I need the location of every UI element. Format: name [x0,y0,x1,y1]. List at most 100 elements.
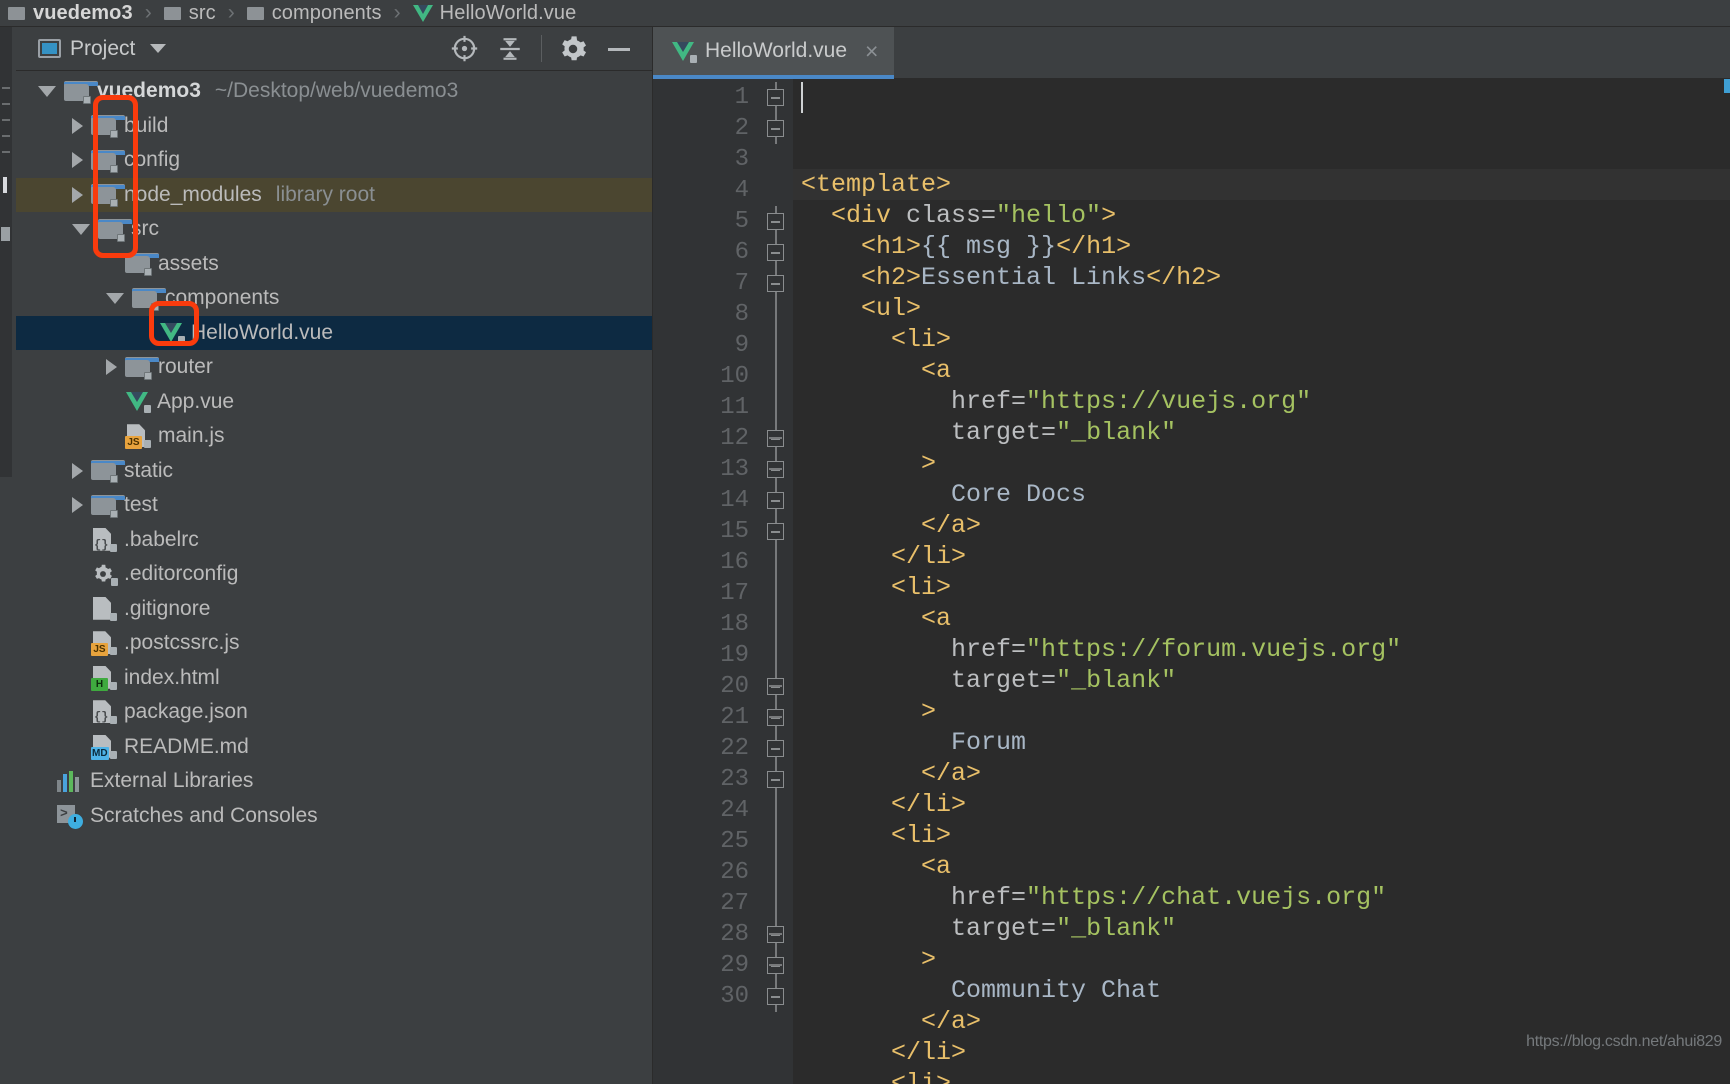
code-folding-column[interactable] [758,79,793,1084]
fold-collapse-icon[interactable] [767,213,784,230]
code-editor[interactable]: 1 2 3 4 5 6 7 8 9 10 11 12 13 14 15 16 17 18 19 20 21 22 23 24 2… [653,79,1730,1084]
locate-target-icon[interactable] [441,27,487,71]
code-line[interactable]: > [793,944,1730,975]
breadcrumb-item-vuedemo3[interactable]: vuedemo3 [8,0,133,26]
code-line[interactable]: > [793,696,1730,727]
fold-marker-slot[interactable] [758,454,793,485]
fold-marker-slot[interactable] [758,764,793,795]
fold-collapse-icon[interactable] [767,430,784,447]
fold-collapse-icon[interactable] [767,988,784,1005]
fold-marker-slot[interactable] [758,206,793,237]
fold-marker-slot[interactable] [758,485,793,516]
fold-marker-slot[interactable] [758,609,793,640]
chevron-right-icon[interactable] [72,152,83,169]
fold-collapse-icon[interactable] [767,275,784,292]
code-line[interactable]: href="https://forum.vuejs.org" [793,634,1730,665]
code-line[interactable]: > [793,448,1730,479]
code-line[interactable]: </li> [793,541,1730,572]
tool-window-strip[interactable] [0,27,16,1084]
breadcrumb-item-components[interactable]: components [246,0,382,26]
fold-marker-slot[interactable] [758,826,793,857]
tree-item-src[interactable]: src [16,212,652,247]
fold-collapse-icon[interactable] [767,771,784,788]
tree-item-readme-md[interactable]: MD README.md [16,730,652,765]
code-line[interactable]: <li> [793,324,1730,355]
fold-collapse-icon[interactable] [767,678,784,695]
tree-item-package-json[interactable]: {} package.json [16,695,652,730]
code-line[interactable]: <li> [793,820,1730,851]
code-line[interactable]: Community Chat [793,975,1730,1006]
tree-item-router[interactable]: router [16,350,652,385]
fold-collapse-icon[interactable] [767,926,784,943]
code-line[interactable]: <a [793,603,1730,634]
tree-item-build[interactable]: build [16,109,652,144]
chevron-down-icon[interactable] [38,85,56,97]
fold-marker-slot[interactable] [758,82,793,113]
code-line[interactable]: <h1>{{ msg }}</h1> [793,231,1730,262]
chevron-right-icon[interactable] [72,462,83,479]
chevron-right-icon[interactable] [106,359,117,376]
fold-marker-slot[interactable] [758,981,793,1012]
tree-item-index-html[interactable]: Hindex.html [16,661,652,696]
code-line[interactable]: target="_blank" [793,417,1730,448]
collapse-all-icon[interactable] [487,27,533,71]
tree-item-vuedemo3[interactable]: vuedemo3 ~/Desktop/web/vuedemo3 [16,74,652,109]
code-line[interactable]: Core Docs [793,479,1730,510]
fold-collapse-icon[interactable] [767,120,784,137]
fold-marker-slot[interactable] [758,950,793,981]
tree-item--editorconfig[interactable]: .editorconfig [16,557,652,592]
fold-marker-slot[interactable] [758,857,793,888]
fold-collapse-icon[interactable] [767,709,784,726]
fold-marker-slot[interactable] [758,702,793,733]
chevron-down-icon[interactable] [150,44,167,53]
chevron-right-icon[interactable] [72,497,83,514]
code-line[interactable]: target="_blank" [793,665,1730,696]
fold-marker-slot[interactable] [758,175,793,206]
fold-marker-slot[interactable] [758,516,793,547]
tree-item-components[interactable]: components [16,281,652,316]
fold-marker-slot[interactable] [758,640,793,671]
tree-item-app-vue[interactable]: App.vue [16,385,652,420]
fold-marker-slot[interactable] [758,795,793,826]
fold-marker-slot[interactable] [758,733,793,764]
tree-item-node-modules[interactable]: node_modules library root [16,177,652,212]
fold-collapse-icon[interactable] [767,89,784,106]
tree-item-config[interactable]: config [16,143,652,178]
fold-collapse-icon[interactable] [767,523,784,540]
fold-collapse-icon[interactable] [767,957,784,974]
tree-item-main-js[interactable]: JS main.js [16,419,652,454]
tree-item-external-libraries[interactable]: External Libraries [16,764,652,799]
code-line[interactable]: <ul> [793,293,1730,324]
fold-marker-slot[interactable] [758,361,793,392]
fold-collapse-icon[interactable] [767,492,784,509]
breadcrumb-item-helloworld[interactable]: HelloWorld.vue [412,0,577,26]
gear-icon[interactable] [550,27,596,71]
minimize-icon[interactable] [596,27,642,71]
code-line[interactable]: href="https://chat.vuejs.org" [793,882,1730,913]
tab-helloworld-vue[interactable]: HelloWorld.vue × [653,27,895,79]
code-line[interactable]: <template> [793,169,1730,200]
fold-marker-slot[interactable] [758,578,793,609]
fold-marker-slot[interactable] [758,113,793,144]
chevron-right-icon[interactable] [72,186,83,203]
chevron-right-icon[interactable] [72,117,83,134]
fold-marker-slot[interactable] [758,423,793,454]
fold-marker-slot[interactable] [758,919,793,950]
fold-marker-slot[interactable] [758,671,793,702]
fold-marker-slot[interactable] [758,299,793,330]
project-title-group[interactable]: Project [38,37,167,61]
project-tree[interactable]: vuedemo3 ~/Desktop/web/vuedemo3 build confi… [16,71,652,1084]
fold-collapse-icon[interactable] [767,461,784,478]
fold-marker-slot[interactable] [758,330,793,361]
tree-item-helloworld-vue[interactable]: HelloWorld.vue [16,315,652,350]
chevron-down-icon[interactable] [72,223,90,235]
tree-item--postcssrc-js[interactable]: JS .postcssrc.js [16,626,652,661]
code-content[interactable]: <template> <div class="hello"> <h1>{{ ms… [793,79,1730,1084]
fold-marker-slot[interactable] [758,392,793,423]
code-line[interactable]: Forum [793,727,1730,758]
code-line[interactable]: target="_blank" [793,913,1730,944]
fold-marker-slot[interactable] [758,547,793,578]
code-line[interactable]: href="https://vuejs.org" [793,386,1730,417]
code-line[interactable]: </a> [793,510,1730,541]
fold-marker-slot[interactable] [758,237,793,268]
